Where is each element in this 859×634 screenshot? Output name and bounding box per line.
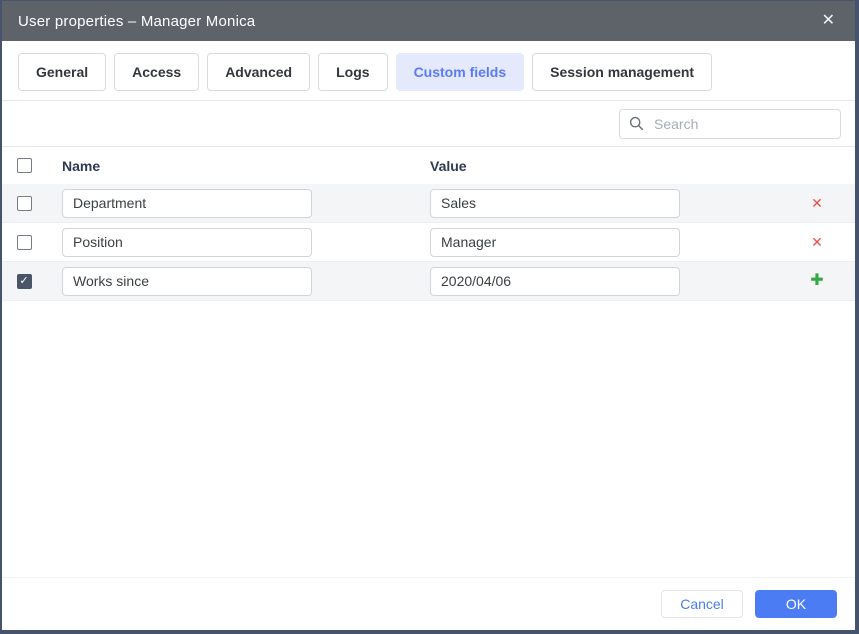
search-row [2,101,855,146]
user-properties-dialog: User properties – Manager Monica ✕ Gener… [0,0,859,634]
row-value-input[interactable] [430,228,680,257]
table-header-row: ✓ Name Value [2,147,855,184]
cancel-button[interactable]: Cancel [661,590,743,618]
tab-logs[interactable]: Logs [318,53,387,91]
tab-bar: GeneralAccessAdvancedLogsCustom fieldsSe… [2,41,855,100]
tab-custom-fields[interactable]: Custom fields [396,53,525,91]
column-header-name: Name [46,158,414,174]
content-spacer [2,301,855,577]
row-name-input[interactable] [62,228,312,257]
column-header-value: Value [414,158,779,174]
tab-advanced[interactable]: Advanced [207,53,310,91]
tab-session-management[interactable]: Session management [532,53,712,91]
row-checkbox[interactable]: ✓ [17,235,32,250]
dialog-title: User properties – Manager Monica [18,13,255,30]
table-row: ✓ ✕ [2,184,855,223]
table-row: ✓ ✕ [2,223,855,262]
row-value-input[interactable] [430,189,680,218]
search-box[interactable] [619,109,841,139]
add-row-icon[interactable]: ✚ [810,273,823,289]
table-body: ✓ ✕ ✓ ✕ ✓ ✚ [2,184,855,301]
row-checkbox[interactable]: ✓ [17,274,32,289]
tab-general[interactable]: General [18,53,106,91]
row-name-input[interactable] [62,189,312,218]
row-checkbox[interactable]: ✓ [17,196,32,211]
table-row: ✓ ✚ [2,262,855,301]
delete-row-icon[interactable]: ✕ [811,196,823,210]
search-icon [629,116,644,131]
close-icon[interactable]: ✕ [818,11,839,31]
select-all-checkbox[interactable]: ✓ [17,158,32,173]
ok-button[interactable]: OK [755,590,837,618]
delete-row-icon[interactable]: ✕ [811,235,823,249]
search-input[interactable] [652,115,831,133]
footer: Cancel OK [2,577,855,630]
row-value-input[interactable] [430,267,680,296]
check-icon: ✓ [19,276,28,287]
tab-access[interactable]: Access [114,53,199,91]
row-name-input[interactable] [62,267,312,296]
title-bar: User properties – Manager Monica ✕ [2,1,855,41]
